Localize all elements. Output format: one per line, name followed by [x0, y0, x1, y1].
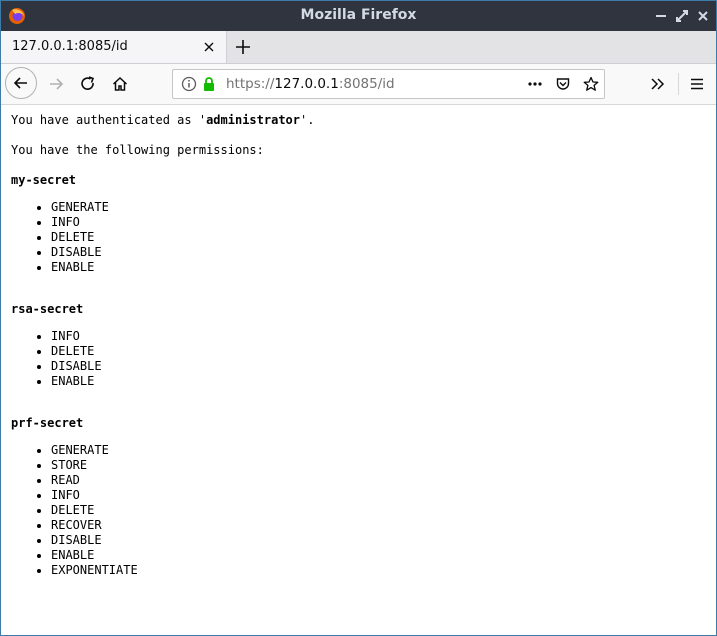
list-item: DELETE [51, 344, 102, 359]
list-item: DELETE [51, 230, 109, 245]
list-item: ENABLE [51, 548, 138, 563]
permissions-intro: You have the following permissions: [11, 143, 264, 157]
info-icon[interactable] [181, 76, 197, 92]
window-title: Mozilla Firefox [300, 7, 417, 23]
url-bar[interactable]: https://127.0.0.1:8085/id [172, 69, 605, 99]
maximize-icon[interactable] [674, 8, 690, 24]
list-item: RECOVER [51, 518, 138, 533]
home-icon[interactable] [111, 75, 129, 93]
forward-icon[interactable] [47, 75, 65, 93]
list-item: INFO [51, 215, 109, 230]
overflow-chevrons-icon[interactable] [649, 75, 667, 93]
reload-icon[interactable] [79, 75, 97, 93]
tab-close-icon[interactable] [202, 40, 216, 54]
url-scheme: https:// [226, 76, 275, 92]
url-text[interactable]: https://127.0.0.1:8085/id [226, 76, 395, 92]
list-item: EXPONENTIATE [51, 563, 138, 578]
list-item: GENERATE [51, 200, 109, 215]
list-item: INFO [51, 329, 102, 344]
tab-strip: 127.0.0.1:8085/id [1, 31, 716, 64]
tab-active[interactable]: 127.0.0.1:8085/id [1, 31, 227, 63]
page-content: You have authenticated as 'administrator… [1, 105, 716, 635]
auth-line: You have authenticated as 'administrator… [11, 113, 314, 128]
list-item: DISABLE [51, 245, 109, 260]
list-item: INFO [51, 488, 138, 503]
page-actions-icon[interactable] [527, 76, 543, 92]
minimize-icon[interactable] [653, 8, 669, 24]
new-tab-icon[interactable] [234, 38, 252, 56]
browser-window: Mozilla Firefox 127.0.0.1:8085/id https:… [0, 0, 717, 636]
secret-heading: my-secret [11, 173, 77, 187]
tab-title: 127.0.0.1:8085/id [12, 39, 128, 54]
toolbar-separator [678, 73, 679, 95]
list-item: DISABLE [51, 359, 102, 374]
auth-user: administrator [206, 113, 300, 127]
list-item: DELETE [51, 503, 138, 518]
list-item: READ [51, 473, 138, 488]
pocket-icon[interactable] [555, 76, 571, 92]
permission-list: GENERATE INFO DELETE DISABLE ENABLE [1, 200, 109, 275]
permission-list: GENERATE STORE READ INFO DELETE RECOVER … [1, 443, 138, 578]
permission-list: INFO DELETE DISABLE ENABLE [1, 329, 102, 389]
auth-suffix: '. [300, 113, 315, 127]
url-host: 127.0.0.1 [274, 76, 339, 92]
list-item: ENABLE [51, 374, 102, 389]
url-path: :8085/id [338, 76, 395, 92]
list-item: ENABLE [51, 260, 109, 275]
secret-heading: rsa-secret [11, 302, 84, 316]
secret-heading: prf-secret [11, 416, 84, 430]
close-icon[interactable] [695, 8, 711, 24]
hamburger-menu-icon[interactable] [688, 75, 706, 93]
lock-icon[interactable] [201, 76, 217, 92]
navigation-toolbar: https://127.0.0.1:8085/id [1, 64, 716, 105]
back-button[interactable] [5, 67, 37, 99]
list-item: STORE [51, 458, 138, 473]
bookmark-star-icon[interactable] [583, 76, 599, 92]
list-item: DISABLE [51, 533, 138, 548]
title-bar: Mozilla Firefox [1, 1, 716, 31]
back-icon [13, 77, 27, 89]
auth-prefix: You have authenticated as ' [11, 113, 207, 127]
list-item: GENERATE [51, 443, 138, 458]
